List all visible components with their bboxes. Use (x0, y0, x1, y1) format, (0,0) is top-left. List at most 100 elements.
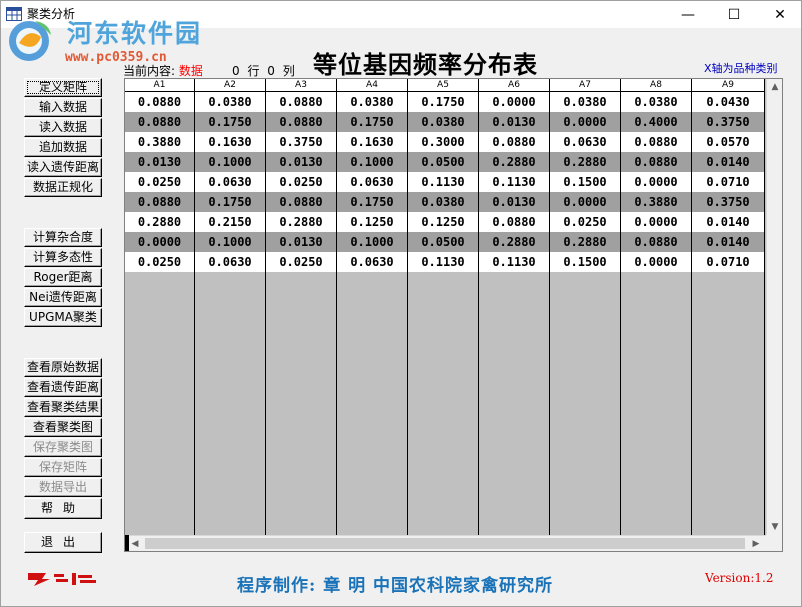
table-cell[interactable]: 0.0880 (266, 112, 337, 132)
column-header[interactable]: A4 (337, 79, 408, 92)
table-cell[interactable]: 0.0140 (692, 232, 765, 252)
sidebar-button-g1-4[interactable]: 读入遗传距离 (24, 158, 102, 177)
scroll-right-icon[interactable]: ▶ (748, 536, 764, 551)
column-header[interactable]: A2 (195, 79, 266, 92)
vertical-scrollbar[interactable]: ▲ ▼ (766, 79, 782, 535)
table-cell[interactable]: 0.2150 (195, 212, 266, 232)
table-cell[interactable]: 0.0630 (195, 252, 266, 272)
table-cell[interactable]: 0.0130 (479, 192, 550, 212)
table-cell[interactable]: 0.0630 (550, 132, 621, 152)
scroll-left-icon[interactable]: ◀ (127, 536, 143, 551)
sidebar-button-g3-4[interactable]: 保存聚类图 (24, 438, 102, 457)
table-cell[interactable]: 0.0250 (125, 172, 195, 192)
close-button[interactable]: ✕ (757, 1, 802, 28)
table-cell[interactable]: 0.1250 (337, 212, 408, 232)
table-cell[interactable]: 0.2880 (125, 212, 195, 232)
table-row[interactable]: 0.2880 0.2150 0.2880 0.1250 0.1250 0.0880 0.02… (125, 212, 765, 232)
table-cell[interactable]: 0.0250 (266, 252, 337, 272)
sidebar-button-g3-6[interactable]: 数据导出 (24, 478, 102, 497)
sidebar-button-g2-2[interactable]: Roger距离 (24, 268, 102, 287)
exit-button[interactable]: 退出 (24, 532, 102, 553)
sidebar-button-g1-1[interactable]: 输入数据 (24, 98, 102, 117)
table-cell[interactable]: 0.1000 (195, 232, 266, 252)
table-cell[interactable]: 0.1750 (195, 192, 266, 212)
table-cell[interactable]: 0.1130 (479, 172, 550, 192)
sidebar-button-g3-1[interactable]: 查看遗传距离 (24, 378, 102, 397)
table-cell[interactable]: 0.0250 (550, 212, 621, 232)
sidebar-button-g3-5[interactable]: 保存矩阵 (24, 458, 102, 477)
table-row[interactable]: 0.3880 0.1630 0.3750 0.1630 0.3000 0.0880 0.06… (125, 132, 765, 152)
table-cell[interactable]: 0.0380 (195, 92, 266, 112)
sidebar-button-g2-4[interactable]: UPGMA聚类 (24, 308, 102, 327)
table-cell[interactable]: 0.0500 (408, 152, 479, 172)
scroll-up-icon[interactable]: ▲ (767, 79, 782, 95)
table-cell[interactable]: 0.0880 (125, 112, 195, 132)
table-cell[interactable]: 0.0380 (337, 92, 408, 112)
table-cell[interactable]: 0.3750 (692, 192, 765, 212)
table-cell[interactable]: 0.0000 (550, 192, 621, 212)
data-grid[interactable]: A1 A2 A3 A4 A5 A6 A7 A8 A9 0.0880 0.0380 0.0880 0.0… (124, 78, 783, 552)
table-cell[interactable]: 0.2880 (266, 212, 337, 232)
sidebar-button-g3-2[interactable]: 查看聚类结果 (24, 398, 102, 417)
table-cell[interactable]: 0.1130 (408, 252, 479, 272)
column-header[interactable]: A8 (621, 79, 692, 92)
table-cell[interactable]: 0.0880 (621, 132, 692, 152)
table-cell[interactable]: 0.4000 (621, 112, 692, 132)
scroll-down-icon[interactable]: ▼ (767, 519, 782, 535)
table-cell[interactable]: 0.3880 (621, 192, 692, 212)
table-cell[interactable]: 0.0880 (479, 212, 550, 232)
table-cell[interactable]: 0.1130 (408, 172, 479, 192)
table-row[interactable]: 0.0250 0.0630 0.0250 0.0630 0.1130 0.1130 0.15… (125, 252, 765, 272)
sidebar-button-g3-0[interactable]: 查看原始数据 (24, 358, 102, 377)
table-row[interactable]: 0.0880 0.0380 0.0880 0.0380 0.1750 0.0000 0.03… (125, 92, 765, 112)
table-cell[interactable]: 0.0880 (266, 92, 337, 112)
help-button[interactable]: 帮助 (24, 498, 102, 519)
table-cell[interactable]: 0.1000 (337, 232, 408, 252)
table-cell[interactable]: 0.3750 (692, 112, 765, 132)
table-cell[interactable]: 0.0130 (266, 152, 337, 172)
table-cell[interactable]: 0.1750 (408, 92, 479, 112)
table-cell[interactable]: 0.0000 (621, 212, 692, 232)
horizontal-scrollbar[interactable]: ◀ ▶ (125, 535, 766, 551)
sidebar-button-g1-2[interactable]: 读入数据 (24, 118, 102, 137)
table-cell[interactable]: 0.2880 (550, 152, 621, 172)
table-cell[interactable]: 0.0000 (621, 172, 692, 192)
table-cell[interactable]: 0.0130 (479, 112, 550, 132)
table-cell[interactable]: 0.0380 (408, 112, 479, 132)
maximize-button[interactable]: ☐ (711, 1, 757, 28)
table-row[interactable]: 0.0000 0.1000 0.0130 0.1000 0.0500 0.2880 0.28… (125, 232, 765, 252)
table-cell[interactable]: 0.0140 (692, 212, 765, 232)
table-cell[interactable]: 0.1750 (337, 192, 408, 212)
table-cell[interactable]: 0.0140 (692, 152, 765, 172)
table-cell[interactable]: 0.0380 (621, 92, 692, 112)
column-header[interactable]: A7 (550, 79, 621, 92)
sidebar-button-g2-0[interactable]: 计算杂合度 (24, 228, 102, 247)
sidebar-button-g3-3[interactable]: 查看聚类图 (24, 418, 102, 437)
table-cell[interactable]: 0.0130 (266, 232, 337, 252)
table-cell[interactable]: 0.0880 (621, 232, 692, 252)
table-cell[interactable]: 0.0710 (692, 252, 765, 272)
table-cell[interactable]: 0.3880 (125, 132, 195, 152)
table-cell[interactable]: 0.0880 (266, 192, 337, 212)
table-cell[interactable]: 0.0000 (550, 112, 621, 132)
table-row[interactable]: 0.0250 0.0630 0.0250 0.0630 0.1130 0.1130 0.15… (125, 172, 765, 192)
table-cell[interactable]: 0.0880 (621, 152, 692, 172)
column-header[interactable]: A6 (479, 79, 550, 92)
column-header[interactable]: A3 (266, 79, 337, 92)
table-cell[interactable]: 0.0130 (125, 152, 195, 172)
table-cell[interactable]: 0.0630 (337, 172, 408, 192)
table-cell[interactable]: 0.1750 (337, 112, 408, 132)
table-row[interactable]: 0.0880 0.1750 0.0880 0.1750 0.0380 0.0130 0.00… (125, 192, 765, 212)
table-cell[interactable]: 0.0380 (408, 192, 479, 212)
table-cell[interactable]: 0.0710 (692, 172, 765, 192)
sidebar-button-g1-5[interactable]: 数据正规化 (24, 178, 102, 197)
table-cell[interactable]: 0.0250 (266, 172, 337, 192)
table-cell[interactable]: 0.1630 (337, 132, 408, 152)
table-cell[interactable]: 0.0380 (550, 92, 621, 112)
table-cell[interactable]: 0.1750 (195, 112, 266, 132)
minimize-button[interactable]: — (665, 1, 711, 28)
sidebar-button-g1-0[interactable]: 定义矩阵 (24, 78, 102, 97)
table-cell[interactable]: 0.1000 (337, 152, 408, 172)
horizontal-scroll-thumb[interactable] (145, 538, 745, 549)
table-cell[interactable]: 0.2880 (479, 232, 550, 252)
